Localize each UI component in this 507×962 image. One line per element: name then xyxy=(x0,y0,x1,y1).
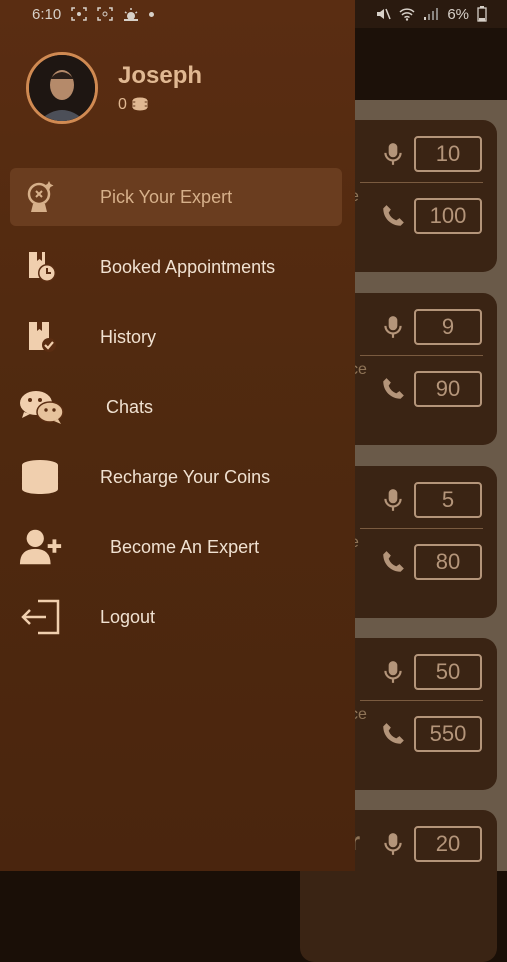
screenshot-icon xyxy=(71,7,87,21)
call-price-box: 90 xyxy=(414,371,482,407)
notification-dot-icon xyxy=(149,11,155,17)
voice-price-box: 50 xyxy=(414,654,482,690)
microphone-icon xyxy=(384,833,402,855)
history-icon xyxy=(18,314,64,360)
voice-price-box: 10 xyxy=(414,136,482,172)
microphone-icon xyxy=(384,143,402,165)
menu-item-label: History xyxy=(100,326,157,347)
drawer-menu: Pick Your Expert Booked Appointments His… xyxy=(10,168,342,658)
logout-icon xyxy=(18,594,64,640)
menu-item-booked-appointments[interactable]: Booked Appointments xyxy=(10,238,342,296)
avatar-photo xyxy=(29,55,95,121)
voice-price-box: 20 xyxy=(414,826,482,862)
menu-item-label: Recharge Your Coins xyxy=(100,466,271,487)
menu-item-pick-your-expert[interactable]: Pick Your Expert xyxy=(10,168,342,226)
menu-item-chats[interactable]: Chats xyxy=(10,378,342,436)
card-divider xyxy=(360,700,483,701)
signal-icon xyxy=(424,8,439,20)
call-price-box: 80 xyxy=(414,544,482,580)
chats-icon xyxy=(18,384,64,430)
mute-icon xyxy=(377,8,392,20)
user-name: Joseph xyxy=(118,62,203,89)
microphone-icon xyxy=(384,661,402,683)
microphone-icon xyxy=(384,316,402,338)
booked-appointments-icon xyxy=(18,244,64,290)
phone-icon xyxy=(383,551,404,572)
menu-item-logout[interactable]: Logout xyxy=(10,588,342,646)
profile-header: Joseph 0 xyxy=(26,52,202,124)
menu-item-label: Logout xyxy=(100,606,156,627)
voice-price-box: 9 xyxy=(414,309,482,345)
phone-icon xyxy=(383,723,404,744)
weather-icon xyxy=(124,8,139,21)
menu-item-history[interactable]: History xyxy=(10,308,342,366)
battery-icon xyxy=(477,6,487,22)
call-price-box: 100 xyxy=(414,198,482,234)
coin-count: 0 xyxy=(118,96,127,113)
wifi-icon xyxy=(399,8,415,21)
battery-percent: 6% xyxy=(447,5,469,23)
status-time: 6:10 xyxy=(32,5,62,23)
card-divider xyxy=(360,528,483,529)
coins-icon xyxy=(18,454,64,500)
status-bar: 6:10 6% xyxy=(0,0,507,28)
microphone-icon xyxy=(384,489,402,511)
card-divider xyxy=(360,355,483,356)
navigation-drawer: Joseph 0 Pick Your Expert Booked Appoint… xyxy=(0,0,355,871)
phone-icon xyxy=(383,378,404,399)
card-divider xyxy=(360,182,483,183)
coin-balance: 0 xyxy=(118,96,202,114)
screen-record-icon xyxy=(97,7,113,21)
add-user-icon xyxy=(18,524,64,570)
menu-item-label: Become An Expert xyxy=(110,536,260,557)
pick-expert-icon xyxy=(18,174,64,220)
coin-stack-icon xyxy=(132,97,148,111)
avatar[interactable] xyxy=(26,52,98,124)
phone-icon xyxy=(383,205,404,226)
menu-item-label: Booked Appointments xyxy=(100,256,276,277)
menu-item-label: Chats xyxy=(106,396,154,417)
menu-item-become-an-expert[interactable]: Become An Expert xyxy=(10,518,342,576)
voice-price-box: 5 xyxy=(414,482,482,518)
menu-item-recharge-your-coins[interactable]: Recharge Your Coins xyxy=(10,448,342,506)
call-price-box: 550 xyxy=(414,716,482,752)
menu-item-label: Pick Your Expert xyxy=(100,186,233,207)
